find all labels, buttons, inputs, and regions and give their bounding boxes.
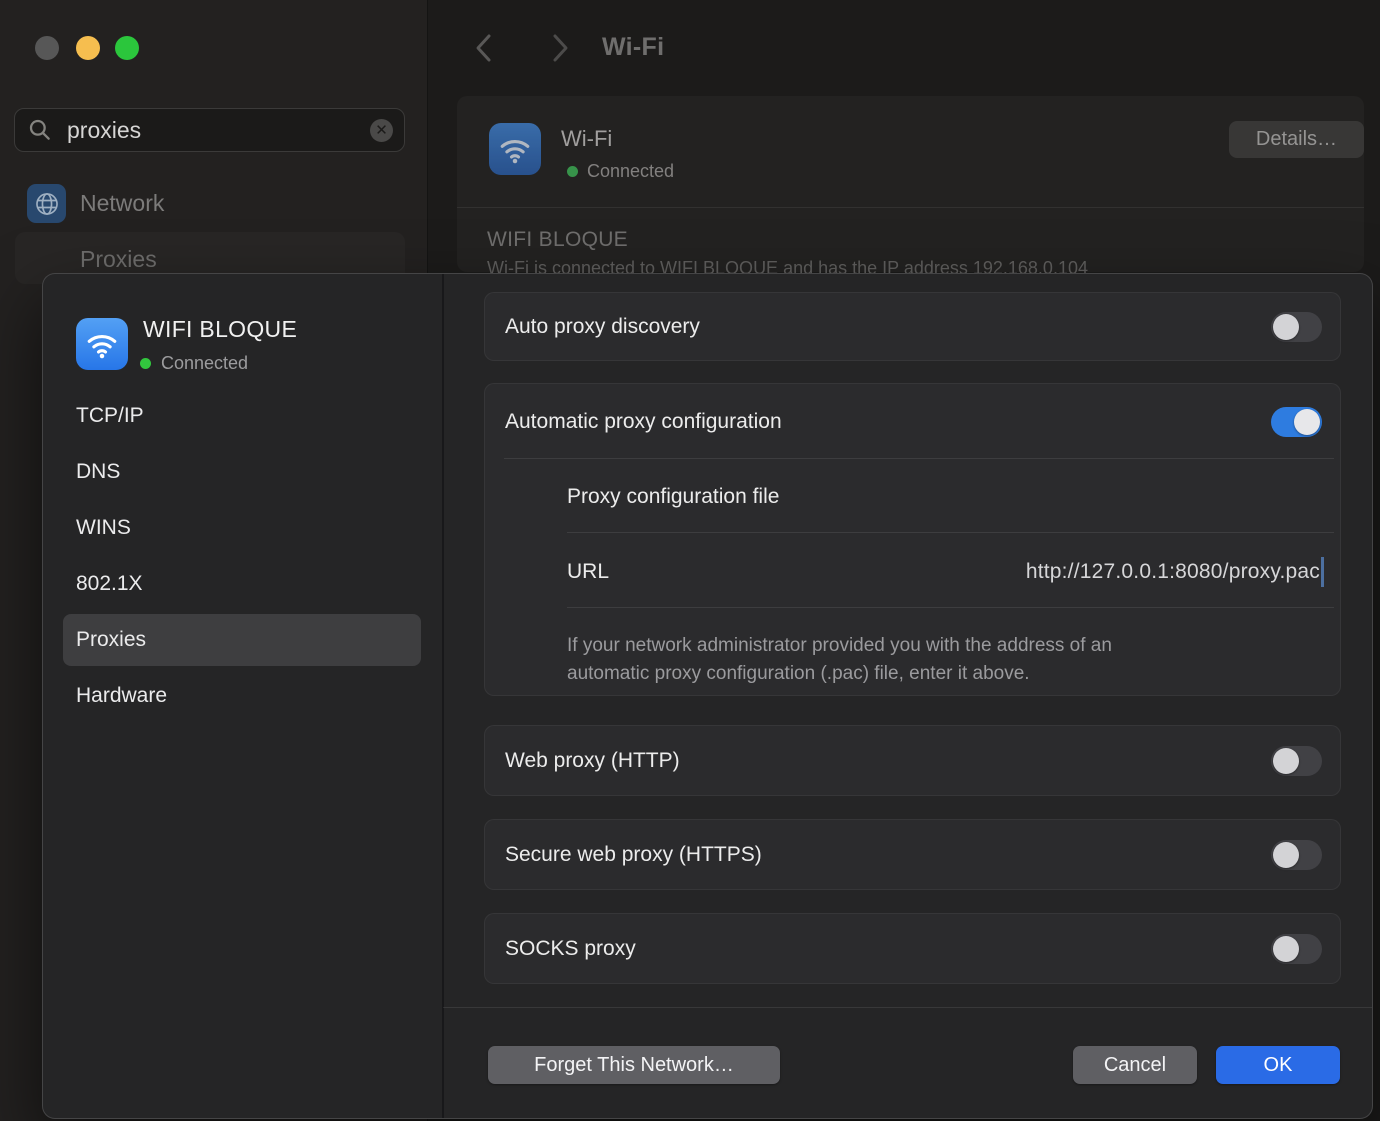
tab-tcpip[interactable]: TCP/IP xyxy=(43,388,442,444)
connected-dot xyxy=(567,166,578,177)
wifi-row-status: Connected xyxy=(567,161,674,182)
secure-web-proxy-label: Secure web proxy (HTTPS) xyxy=(505,820,762,889)
web-proxy-row: Web proxy (HTTP) xyxy=(484,725,1341,796)
traffic-light-minimize-button[interactable] xyxy=(76,36,100,60)
search-input[interactable]: proxies ✕ xyxy=(14,108,405,152)
web-proxy-label: Web proxy (HTTP) xyxy=(505,726,680,795)
socks-proxy-label: SOCKS proxy xyxy=(505,914,636,983)
connected-dot xyxy=(140,358,151,369)
wifi-icon xyxy=(489,123,541,175)
page-title: Wi-Fi xyxy=(602,33,664,62)
network-details-dialog: WIFI BLOQUE Connected TCP/IP DNS WINS 80… xyxy=(42,273,1373,1119)
dialog-network-name: WIFI BLOQUE xyxy=(143,316,297,343)
text-cursor xyxy=(1321,557,1324,587)
sidebar-item-proxies-label: Proxies xyxy=(80,246,157,273)
automatic-proxy-configuration-card: Automatic proxy configuration Proxy conf… xyxy=(484,383,1341,696)
divider xyxy=(457,207,1364,208)
tab-proxies[interactable]: Proxies xyxy=(43,612,442,668)
tab-dns[interactable]: DNS xyxy=(43,444,442,500)
cancel-button[interactable]: Cancel xyxy=(1073,1046,1197,1084)
web-proxy-toggle[interactable] xyxy=(1271,746,1322,776)
divider xyxy=(442,274,444,1118)
tab-wins[interactable]: WINS xyxy=(43,500,442,556)
system-settings-window: proxies ✕ Network Proxies Wi-Fi Wi-Fi xyxy=(0,0,1380,1121)
auto-proxy-discovery-label: Auto proxy discovery xyxy=(505,293,700,360)
divider xyxy=(443,1007,1372,1008)
dialog-network-status: Connected xyxy=(140,353,248,374)
dialog-wifi-icon xyxy=(76,318,128,370)
divider xyxy=(504,458,1334,459)
proxy-help-text: If your network administrator provided y… xyxy=(567,632,1112,688)
back-button[interactable] xyxy=(470,31,500,65)
known-network-name: WIFI BLOQUE xyxy=(487,228,628,252)
traffic-light-close-button[interactable] xyxy=(35,36,59,60)
secure-web-proxy-row: Secure web proxy (HTTPS) xyxy=(484,819,1341,890)
divider xyxy=(567,532,1334,533)
socks-proxy-row: SOCKS proxy xyxy=(484,913,1341,984)
traffic-light-maximize-button[interactable] xyxy=(115,36,139,60)
forget-this-network-button[interactable]: Forget This Network… xyxy=(488,1046,780,1084)
tab-8021x[interactable]: 802.1X xyxy=(43,556,442,612)
url-value: http://127.0.0.1:8080/proxy.pac xyxy=(1026,560,1320,584)
ok-button[interactable]: OK xyxy=(1216,1046,1340,1084)
forward-button[interactable] xyxy=(544,31,574,65)
details-button[interactable]: Details… xyxy=(1229,121,1364,158)
automatic-proxy-configuration-label: Automatic proxy configuration xyxy=(505,384,782,459)
proxy-configuration-file-label: Proxy configuration file xyxy=(567,472,779,522)
auto-proxy-discovery-row: Auto proxy discovery xyxy=(484,292,1341,361)
auto-proxy-discovery-toggle[interactable] xyxy=(1271,312,1322,342)
network-icon xyxy=(27,184,66,223)
search-value: proxies xyxy=(67,117,370,144)
url-input[interactable]: http://127.0.0.1:8080/proxy.pac xyxy=(1026,547,1324,597)
wifi-row-title: Wi-Fi xyxy=(561,126,612,152)
dialog-tab-list: TCP/IP DNS WINS 802.1X Proxies Hardware xyxy=(43,388,442,724)
divider xyxy=(567,607,1334,608)
sidebar-item-network[interactable]: Network xyxy=(80,190,164,217)
clear-search-icon[interactable]: ✕ xyxy=(370,119,393,142)
url-label: URL xyxy=(567,547,609,597)
wifi-status-card: Wi-Fi Connected Details… WIFI BLOQUE Wi-… xyxy=(457,96,1364,272)
automatic-proxy-configuration-toggle[interactable] xyxy=(1271,407,1322,437)
tab-hardware[interactable]: Hardware xyxy=(43,668,442,724)
secure-web-proxy-toggle[interactable] xyxy=(1271,840,1322,870)
search-icon xyxy=(27,117,53,143)
socks-proxy-toggle[interactable] xyxy=(1271,934,1322,964)
